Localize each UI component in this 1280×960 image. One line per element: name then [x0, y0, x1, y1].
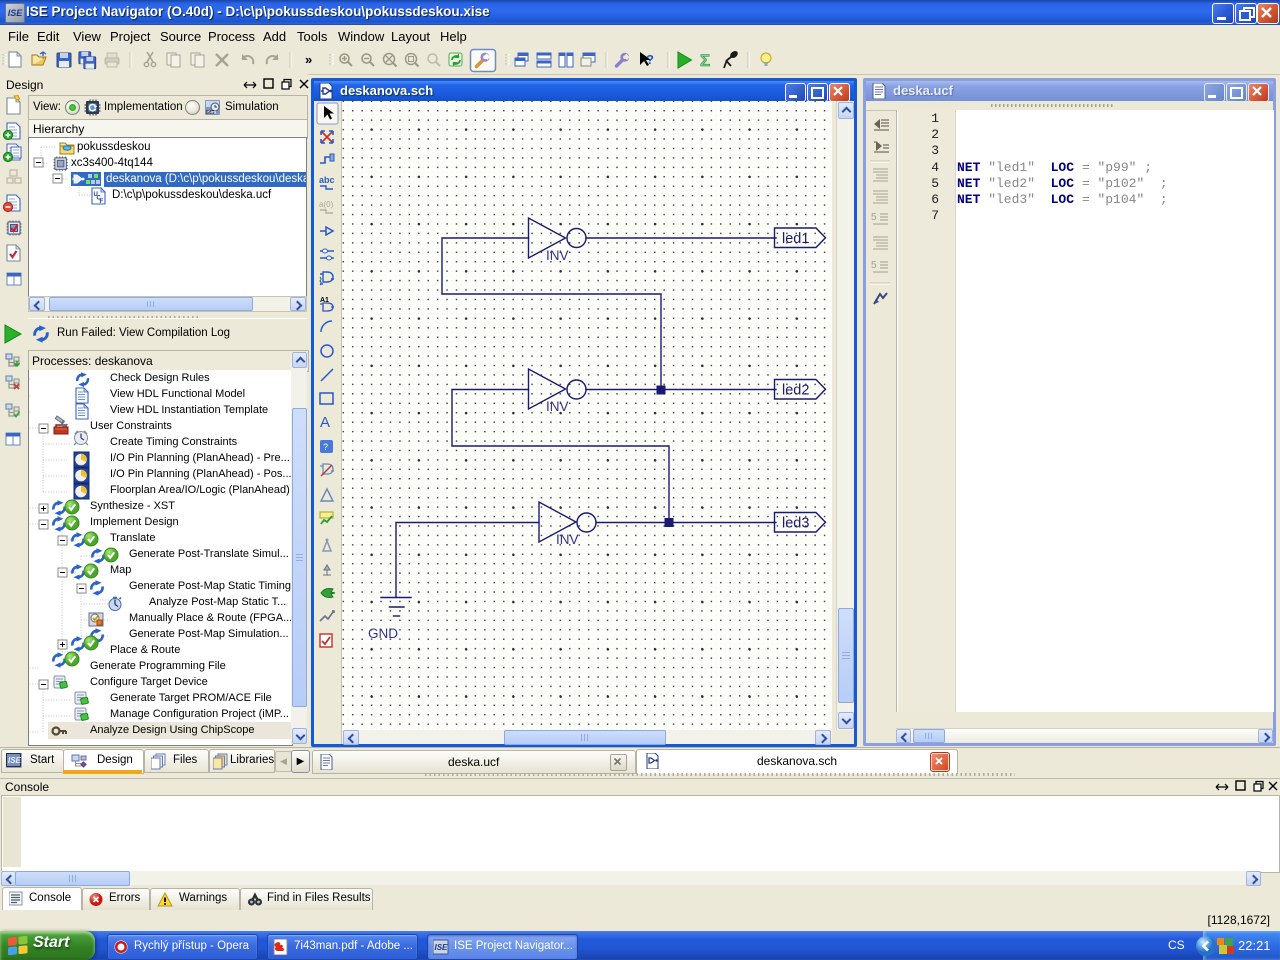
svg-text:F: F: [100, 199, 104, 205]
svg-text:ISE: ISE: [8, 756, 22, 765]
svg-text:a(0): a(0): [319, 200, 334, 209]
svg-text:INV: INV: [546, 248, 569, 263]
svg-text:ISim: ISim: [207, 110, 217, 115]
svg-text:5: 5: [871, 212, 877, 223]
svg-text:?: ?: [646, 52, 654, 67]
svg-text:INV: INV: [546, 399, 569, 414]
svg-text:INV: INV: [556, 532, 579, 547]
svg-text:Σ: Σ: [700, 51, 710, 70]
svg-text:5: 5: [871, 260, 877, 271]
svg-text:»: »: [305, 52, 312, 67]
svg-text:?: ?: [323, 442, 328, 452]
svg-text:ISE: ISE: [435, 943, 449, 952]
svg-text:led3: led3: [782, 516, 809, 532]
svg-text:A: A: [320, 414, 330, 431]
svg-text:led1: led1: [782, 231, 809, 247]
svg-text:GND: GND: [368, 626, 398, 641]
svg-text:led2: led2: [782, 383, 809, 399]
svg-text:abc: abc: [319, 175, 335, 185]
